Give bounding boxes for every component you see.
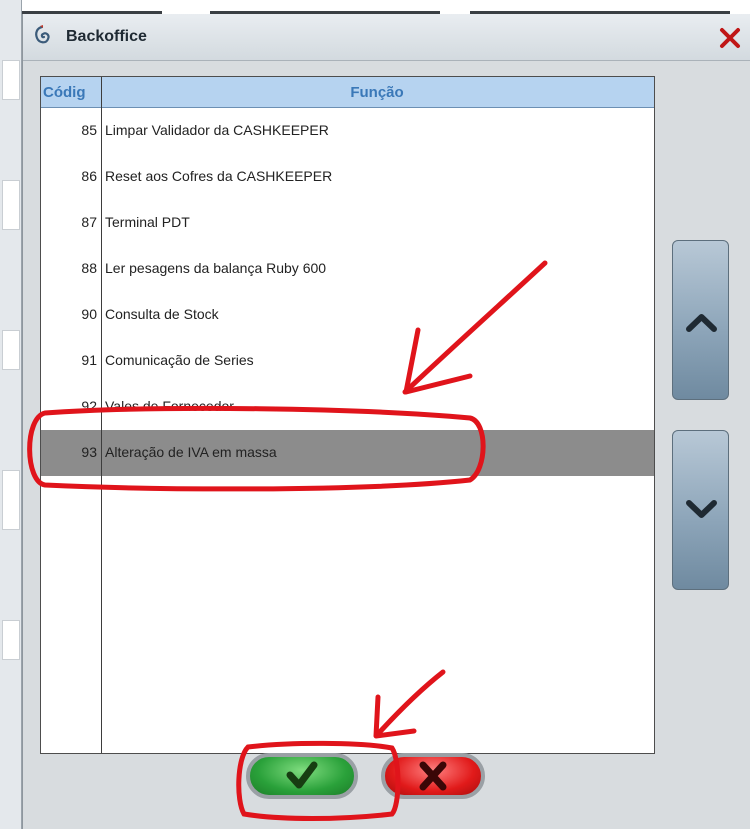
app-swirl-icon	[35, 25, 50, 44]
close-icon[interactable]	[717, 25, 743, 51]
list-item[interactable]: 90 Consulta de Stock	[41, 292, 654, 338]
list-item-code: 85	[81, 122, 97, 138]
dialog-title: Backoffice	[66, 28, 147, 45]
background-window-edge	[0, 0, 22, 829]
title-bar: Backoffice	[23, 14, 750, 61]
list-item[interactable]: 87 Terminal PDT	[41, 200, 654, 246]
list-item-code: 86	[81, 168, 97, 184]
list-header: Códig Função	[41, 77, 654, 108]
backoffice-dialog: Backoffice Códig Função 85 Limpar Validad…	[22, 14, 750, 829]
confirm-button[interactable]	[246, 753, 358, 799]
background-fragment	[2, 330, 20, 370]
background-fragment	[2, 180, 20, 230]
function-list: Códig Função 85 Limpar Validador da CASHK…	[40, 76, 655, 754]
chevron-down-icon	[686, 500, 717, 518]
column-header-code[interactable]: Códig	[43, 84, 101, 101]
list-item-label: Limpar Validador da CASHKEEPER	[105, 122, 329, 138]
column-divider	[101, 77, 102, 753]
list-item-code: 93	[81, 444, 97, 460]
list-item-code: 88	[81, 260, 97, 276]
background-fragment	[2, 620, 20, 660]
list-item-label: Alteração de IVA em massa	[105, 444, 277, 460]
list-item-code: 92	[81, 398, 97, 414]
list-item-label: Ler pesagens da balança Ruby 600	[105, 260, 327, 276]
list-item[interactable]: 91 Comunicação de Series	[41, 338, 654, 384]
list-item-label: Comunicação de Series	[105, 352, 254, 368]
list-item[interactable]: 88 Ler pesagens da balança Ruby 600	[41, 246, 654, 292]
list-item-label: Terminal PDT	[105, 214, 190, 230]
list-item[interactable]: 92 Vales de Fornecedor	[41, 384, 654, 430]
scroll-up-button[interactable]	[672, 240, 729, 400]
background-fragment	[2, 470, 20, 530]
list-item[interactable]: 86 Reset aos Cofres da CASHKEEPER	[41, 154, 654, 200]
list-item-code: 90	[81, 306, 97, 322]
list-item-label: Vales de Fornecedor	[105, 398, 234, 414]
scroll-down-button[interactable]	[672, 430, 729, 590]
checkmark-icon	[286, 761, 318, 789]
chevron-up-icon	[686, 314, 717, 332]
list-item[interactable]: 85 Limpar Validador da CASHKEEPER	[41, 108, 654, 154]
list-item-label: Consulta de Stock	[105, 306, 219, 322]
cancel-button[interactable]	[381, 753, 485, 799]
background-fragment	[2, 60, 20, 100]
list-item[interactable]: 93 Alteração de IVA em massa	[41, 430, 654, 476]
screenshot-frame: Backoffice Códig Função 85 Limpar Validad…	[0, 0, 750, 829]
list-item-code: 87	[81, 214, 97, 230]
list-item-code: 91	[81, 352, 97, 368]
list-item-label: Reset aos Cofres da CASHKEEPER	[105, 168, 333, 184]
background-window-top	[0, 0, 750, 14]
column-header-function[interactable]: Função	[103, 84, 651, 101]
close-icon	[419, 761, 447, 791]
